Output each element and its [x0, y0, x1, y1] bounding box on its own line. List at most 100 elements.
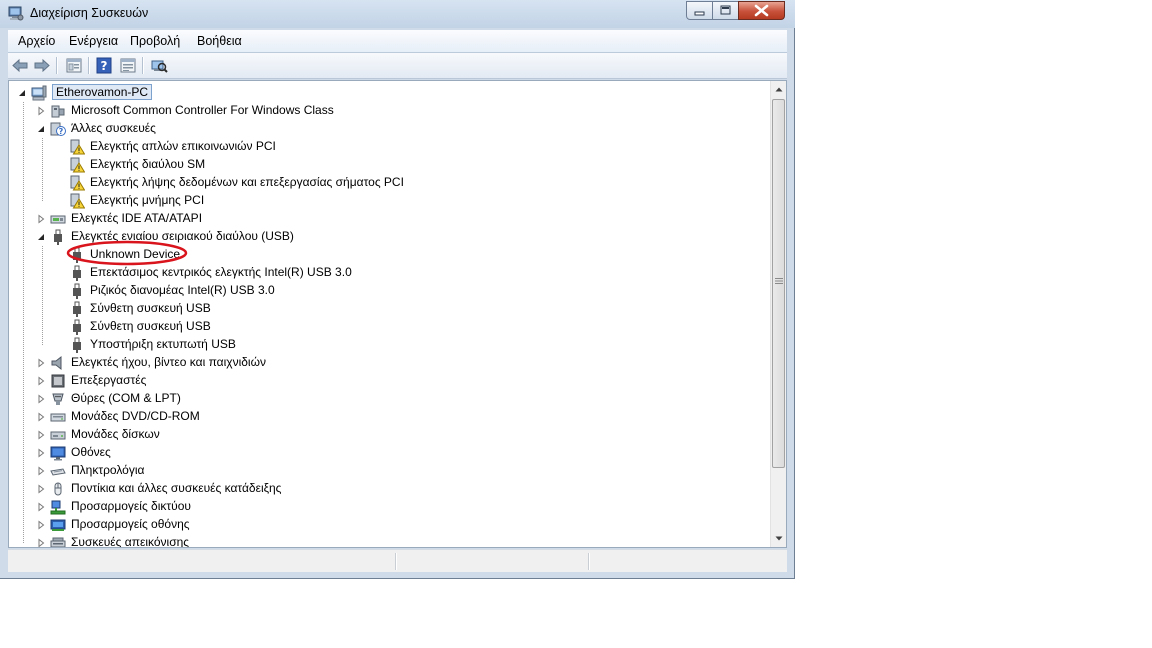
- usb-plug-icon: [73, 337, 81, 353]
- keyboard-icon: [50, 468, 66, 476]
- tree-row[interactable]: Ελεγκτής διαύλου SM: [9, 156, 749, 174]
- menu-file[interactable]: Αρχείο: [18, 34, 55, 48]
- tree-item-label: Σύνθετη συσκευή USB: [90, 301, 211, 315]
- tree-row[interactable]: Πληκτρολόγια: [9, 462, 749, 480]
- tree-row[interactable]: Ελεγκτής απλών επικοινωνιών PCI: [9, 138, 749, 156]
- monitor-icon: [50, 446, 66, 461]
- tree-row[interactable]: Υποστήριξη εκτυπωτή USB: [9, 336, 749, 354]
- usb-plug-icon: [73, 283, 81, 299]
- tree-row[interactable]: Θύρες (COM & LPT): [9, 390, 749, 408]
- tree-row[interactable]: Οθόνες: [9, 444, 749, 462]
- scroll-up-arrow-icon[interactable]: [771, 81, 787, 98]
- properties-icon[interactable]: [64, 56, 84, 75]
- tree-expanded-arrow-icon[interactable]: [17, 88, 27, 98]
- tree-row[interactable]: Προσαρμογείς οθόνης: [9, 516, 749, 534]
- minimize-button[interactable]: [686, 1, 713, 20]
- tree-collapsed-arrow-icon[interactable]: [36, 106, 46, 116]
- tree-item-label: Ποντίκια και άλλες συσκευές κατάδειξης: [71, 481, 282, 495]
- warning-device-icon: [70, 139, 85, 155]
- toolbar-separator: [142, 57, 144, 74]
- tree-row[interactable]: Ελεγκτές IDE ATA/ATAPI: [9, 210, 749, 228]
- vertical-scrollbar[interactable]: [770, 81, 787, 547]
- port-icon: [52, 393, 64, 405]
- close-icon: [754, 4, 769, 17]
- speaker-icon: [51, 355, 62, 371]
- tree-collapsed-arrow-icon[interactable]: [36, 214, 46, 224]
- scroll-thumb[interactable]: [772, 99, 785, 468]
- menu-action[interactable]: Ενέργεια: [69, 34, 118, 48]
- status-divider: [395, 553, 397, 570]
- tree-row[interactable]: Etherovamon-PC: [9, 84, 749, 102]
- tree-row[interactable]: Ελεγκτής μνήμης PCI: [9, 192, 749, 210]
- tree-collapsed-arrow-icon[interactable]: [36, 448, 46, 458]
- dvd-drive-icon: [50, 413, 66, 422]
- tree-collapsed-arrow-icon[interactable]: [36, 538, 46, 547]
- tree-row[interactable]: Επεξεργαστές: [9, 372, 749, 390]
- svg-text:?: ?: [59, 127, 64, 136]
- tree-item-label: Άλλες συσκευές: [71, 121, 156, 135]
- disk-drive-icon: [50, 431, 66, 440]
- tree-item-label: Μονάδες DVD/CD-ROM: [71, 409, 200, 423]
- tree-collapsed-arrow-icon[interactable]: [36, 466, 46, 476]
- tree-row[interactable]: Μονάδες δίσκων: [9, 426, 749, 444]
- tree-collapsed-arrow-icon[interactable]: [36, 484, 46, 494]
- title-bar[interactable]: Διαχείριση Συσκευών: [0, 0, 795, 28]
- tree-row[interactable]: ? Άλλες συσκευές: [9, 120, 749, 138]
- processor-icon: [51, 374, 65, 388]
- tree-item-label: Πληκτρολόγια: [71, 463, 145, 477]
- help-icon[interactable]: ?: [94, 56, 114, 75]
- tree-row[interactable]: Microsoft Common Controller For Windows …: [9, 102, 749, 120]
- tree-collapsed-arrow-icon[interactable]: [36, 520, 46, 530]
- close-button[interactable]: [738, 1, 785, 20]
- tree-row[interactable]: Συσκευές απεικόνισης: [9, 534, 749, 547]
- tree-row[interactable]: Μονάδες DVD/CD-ROM: [9, 408, 749, 426]
- scroll-grip-icon: [775, 278, 783, 284]
- tree-row[interactable]: Προσαρμογείς δικτύου: [9, 498, 749, 516]
- scan-hardware-icon[interactable]: [149, 56, 169, 75]
- tree-item-label: Ελεγκτής απλών επικοινωνιών PCI: [90, 139, 276, 153]
- tree-row[interactable]: Ελεγκτές ήχου, βίντεο και παιχνιδιών: [9, 354, 749, 372]
- show-hidden-icon[interactable]: [118, 56, 138, 75]
- tree-item-label: Προσαρμογείς δικτύου: [71, 499, 191, 513]
- tree-collapsed-arrow-icon[interactable]: [36, 412, 46, 422]
- tree-guide-line: [42, 138, 43, 201]
- toolbar-separator: [88, 57, 90, 74]
- device-tree: Etherovamon-PC Microsoft Common Controlle…: [9, 81, 769, 547]
- tree-item-label: Υποστήριξη εκτυπωτή USB: [90, 337, 236, 351]
- tree-item-label: Ελεγκτής διαύλου SM: [90, 157, 206, 171]
- status-divider: [588, 553, 590, 570]
- forward-arrow-icon[interactable]: [32, 56, 52, 75]
- tree-collapsed-arrow-icon[interactable]: [36, 394, 46, 404]
- toolbar: ?: [8, 53, 787, 79]
- window-controls: [686, 1, 789, 21]
- minimize-icon: [694, 11, 705, 16]
- mouse-icon: [54, 482, 62, 496]
- device-tree-pane: Etherovamon-PC Microsoft Common Controlle…: [8, 80, 787, 548]
- tree-row[interactable]: Ριζικός διανομέας Intel(R) USB 3.0: [9, 282, 749, 300]
- tree-row[interactable]: Ποντίκια και άλλες συσκευές κατάδειξης: [9, 480, 749, 498]
- menu-view[interactable]: Προβολή: [130, 34, 180, 48]
- tree-collapsed-arrow-icon[interactable]: [36, 430, 46, 440]
- tree-item-label: Συσκευές απεικόνισης: [71, 535, 190, 547]
- warning-device-icon: [70, 193, 85, 209]
- tree-collapsed-arrow-icon[interactable]: [36, 376, 46, 386]
- tree-row[interactable]: Σύνθετη συσκευή USB: [9, 300, 749, 318]
- tree-row[interactable]: Σύνθετη συσκευή USB: [9, 318, 749, 336]
- tree-expanded-arrow-icon[interactable]: [36, 124, 46, 134]
- tree-expanded-arrow-icon[interactable]: [36, 232, 46, 242]
- imaging-device-icon: [50, 537, 66, 547]
- tree-collapsed-arrow-icon[interactable]: [36, 502, 46, 512]
- maximize-button[interactable]: [712, 1, 739, 20]
- toolbar-separator: [56, 57, 58, 74]
- back-arrow-icon[interactable]: [10, 56, 30, 75]
- controller-icon: [51, 105, 65, 118]
- scroll-down-arrow-icon[interactable]: [771, 530, 787, 547]
- tree-row[interactable]: Ελεγκτής λήψης δεδομένων και επεξεργασία…: [9, 174, 749, 192]
- tree-collapsed-arrow-icon[interactable]: [36, 358, 46, 368]
- tree-item-label: Οθόνες: [71, 445, 111, 459]
- menu-help[interactable]: Βοήθεια: [197, 34, 242, 48]
- tree-row[interactable]: Επεκτάσιμος κεντρικός ελεγκτής Intel(R) …: [9, 264, 749, 282]
- ide-controller-icon: [50, 215, 66, 224]
- computer-icon: [31, 85, 47, 101]
- tree-item-label: Επεκτάσιμος κεντρικός ελεγκτής Intel(R) …: [90, 265, 352, 279]
